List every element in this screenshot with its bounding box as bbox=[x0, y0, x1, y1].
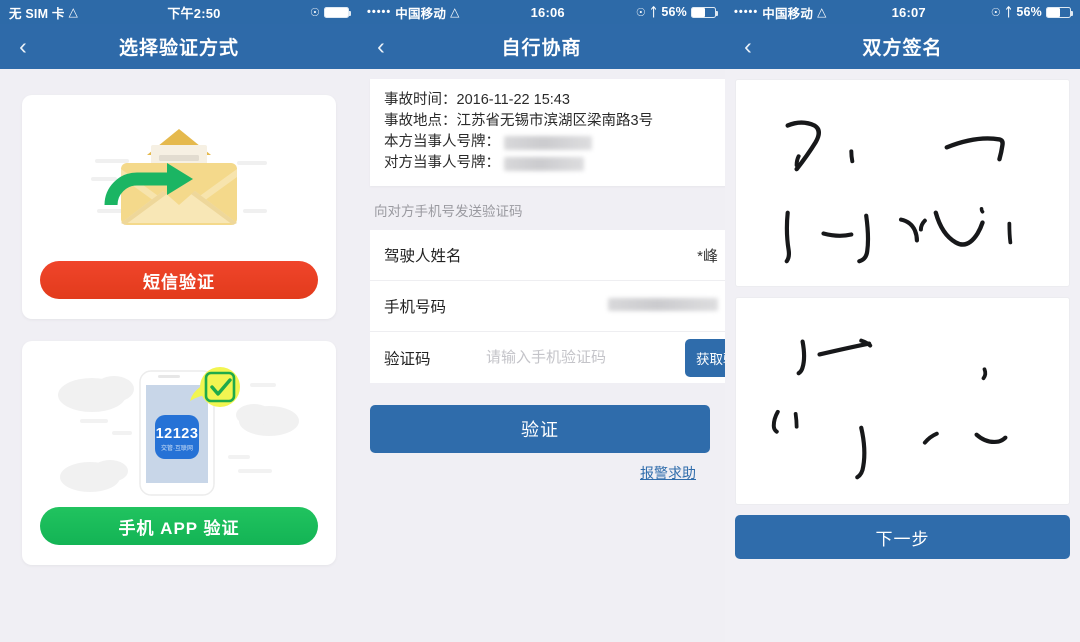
phone-panel-dual-signature: ••••• 中国移动 △ 16:07 ☉ ᛏ 56% ‹ 双方签名 下一步 bbox=[725, 0, 1080, 642]
info-label: 对方当事人号牌： bbox=[384, 155, 500, 171]
three-phone-screenshots: 无 SIM 卡 △ 下午2:50 ☉ ‹ 选择验证方式 短信验证 12123 交… bbox=[0, 0, 1080, 642]
page-title: 双方签名 bbox=[862, 38, 943, 59]
wifi-icon: △ bbox=[68, 5, 79, 19]
nav-bar: ‹ 选择验证方式 bbox=[0, 24, 358, 69]
battery-icon bbox=[690, 6, 719, 18]
battery-percent: 56% bbox=[1016, 5, 1042, 19]
masked-plate-other bbox=[504, 156, 584, 171]
status-bar: 无 SIM 卡 △ 下午2:50 ☉ bbox=[0, 0, 358, 24]
sms-illustration bbox=[40, 111, 318, 261]
status-bar: ••••• 中国移动 △ 16:07 ☉ ᛏ 56% bbox=[725, 0, 1080, 24]
signature-party-one[interactable] bbox=[735, 79, 1070, 287]
field-label-phone: 手机号码 bbox=[384, 299, 447, 316]
verification-code-input[interactable] bbox=[470, 349, 685, 366]
field-label-driver-name: 驾驶人姓名 bbox=[384, 248, 462, 265]
back-button[interactable]: ‹ bbox=[0, 24, 46, 69]
carrier-label: 中国移动 bbox=[395, 6, 447, 21]
status-time: 16:06 bbox=[530, 4, 565, 20]
carrier-label: 无 SIM 卡 bbox=[9, 6, 65, 21]
info-row-own-plate: 本方当事人号牌： bbox=[384, 132, 718, 153]
info-value: 江苏省无锡市滨湖区梁南路3号 bbox=[456, 113, 654, 129]
status-time: 下午2:50 bbox=[167, 5, 221, 21]
verification-form: 驾驶人姓名 *峰 手机号码 验证码 获取验证码 bbox=[370, 230, 725, 383]
back-button[interactable]: ‹ bbox=[725, 24, 771, 69]
svg-text:交管·互联网: 交管·互联网 bbox=[161, 444, 193, 452]
status-time: 16:07 bbox=[891, 4, 926, 20]
verify-options-list: 短信验证 12123 交管·互联网 手机 APP 验证 bbox=[0, 69, 358, 565]
verify-submit-button[interactable]: 验证 bbox=[370, 405, 710, 453]
lock-icon: ☉ bbox=[990, 6, 1001, 19]
form-row-phone: 手机号码 bbox=[370, 281, 725, 332]
info-label: 本方当事人号牌： bbox=[384, 134, 500, 150]
signature-party-two[interactable] bbox=[735, 297, 1070, 505]
field-value-driver-name: *峰 bbox=[697, 247, 718, 265]
svg-text:12123: 12123 bbox=[156, 426, 199, 442]
next-step-button[interactable]: 下一步 bbox=[735, 515, 1070, 559]
info-row-time: 事故时间： 2016-11-22 15:43 bbox=[384, 90, 718, 111]
police-help-link[interactable]: 报警求助 bbox=[358, 453, 710, 483]
app-illustration: 12123 交管·互联网 bbox=[40, 357, 318, 507]
get-code-button[interactable]: 获取验证码 bbox=[685, 338, 725, 377]
phone-panel-verify-method: 无 SIM 卡 △ 下午2:50 ☉ ‹ 选择验证方式 短信验证 12123 交… bbox=[0, 0, 358, 642]
form-row-code[interactable]: 验证码 获取验证码 bbox=[370, 332, 725, 383]
bluetooth-icon: ᛏ bbox=[649, 5, 658, 19]
signature-body: 下一步 bbox=[725, 69, 1080, 642]
phone-panel-self-negotiation: ••••• 中国移动 △ 16:06 ☉ ᛏ 56% ‹ 自行协商 事故时间： … bbox=[358, 0, 725, 642]
section-hint: 向对方手机号发送验证码 bbox=[374, 204, 523, 219]
info-label: 事故时间： bbox=[384, 92, 457, 108]
accident-info-card: 事故时间： 2016-11-22 15:43 事故地点： 江苏省无锡市滨湖区梁南… bbox=[370, 79, 725, 186]
signal-dots-icon: ••••• bbox=[367, 6, 392, 18]
option-card-app[interactable]: 12123 交管·互联网 手机 APP 验证 bbox=[22, 341, 336, 565]
info-value: 2016-11-22 15:43 bbox=[456, 92, 570, 108]
battery-icon bbox=[324, 6, 352, 18]
page-title: 选择验证方式 bbox=[118, 38, 239, 59]
negotiation-body: 事故时间： 2016-11-22 15:43 事故地点： 江苏省无锡市滨湖区梁南… bbox=[358, 79, 725, 642]
battery-percent: 56% bbox=[661, 5, 687, 19]
envelope-mail-icon bbox=[89, 119, 269, 269]
carrier-label: 中国移动 bbox=[762, 6, 814, 21]
status-bar: ••••• 中国移动 △ 16:06 ☉ ᛏ 56% bbox=[358, 0, 725, 24]
wifi-icon: △ bbox=[450, 5, 460, 19]
info-row-location: 事故地点： 江苏省无锡市滨湖区梁南路3号 bbox=[384, 111, 718, 132]
phone-app-12123-icon: 12123 交管·互联网 bbox=[54, 359, 304, 514]
masked-phone-number bbox=[608, 297, 718, 311]
masked-plate-own bbox=[504, 135, 592, 150]
option-card-sms[interactable]: 短信验证 bbox=[22, 95, 336, 319]
page-title: 自行协商 bbox=[501, 38, 582, 59]
field-label-code: 验证码 bbox=[384, 350, 431, 368]
info-row-other-plate: 对方当事人号牌： bbox=[384, 153, 718, 174]
info-label: 事故地点： bbox=[384, 113, 457, 129]
back-button[interactable]: ‹ bbox=[358, 24, 404, 69]
nav-bar: ‹ 自行协商 bbox=[358, 24, 725, 69]
lock-icon: ☉ bbox=[309, 6, 320, 19]
form-row-driver-name: 驾驶人姓名 *峰 bbox=[370, 230, 725, 281]
wifi-icon: △ bbox=[817, 5, 827, 19]
bluetooth-icon: ᛏ bbox=[1004, 5, 1013, 19]
battery-icon bbox=[1045, 6, 1074, 18]
signal-dots-icon: ••••• bbox=[734, 6, 759, 18]
lock-icon: ☉ bbox=[635, 6, 646, 19]
nav-bar: ‹ 双方签名 bbox=[725, 24, 1080, 69]
